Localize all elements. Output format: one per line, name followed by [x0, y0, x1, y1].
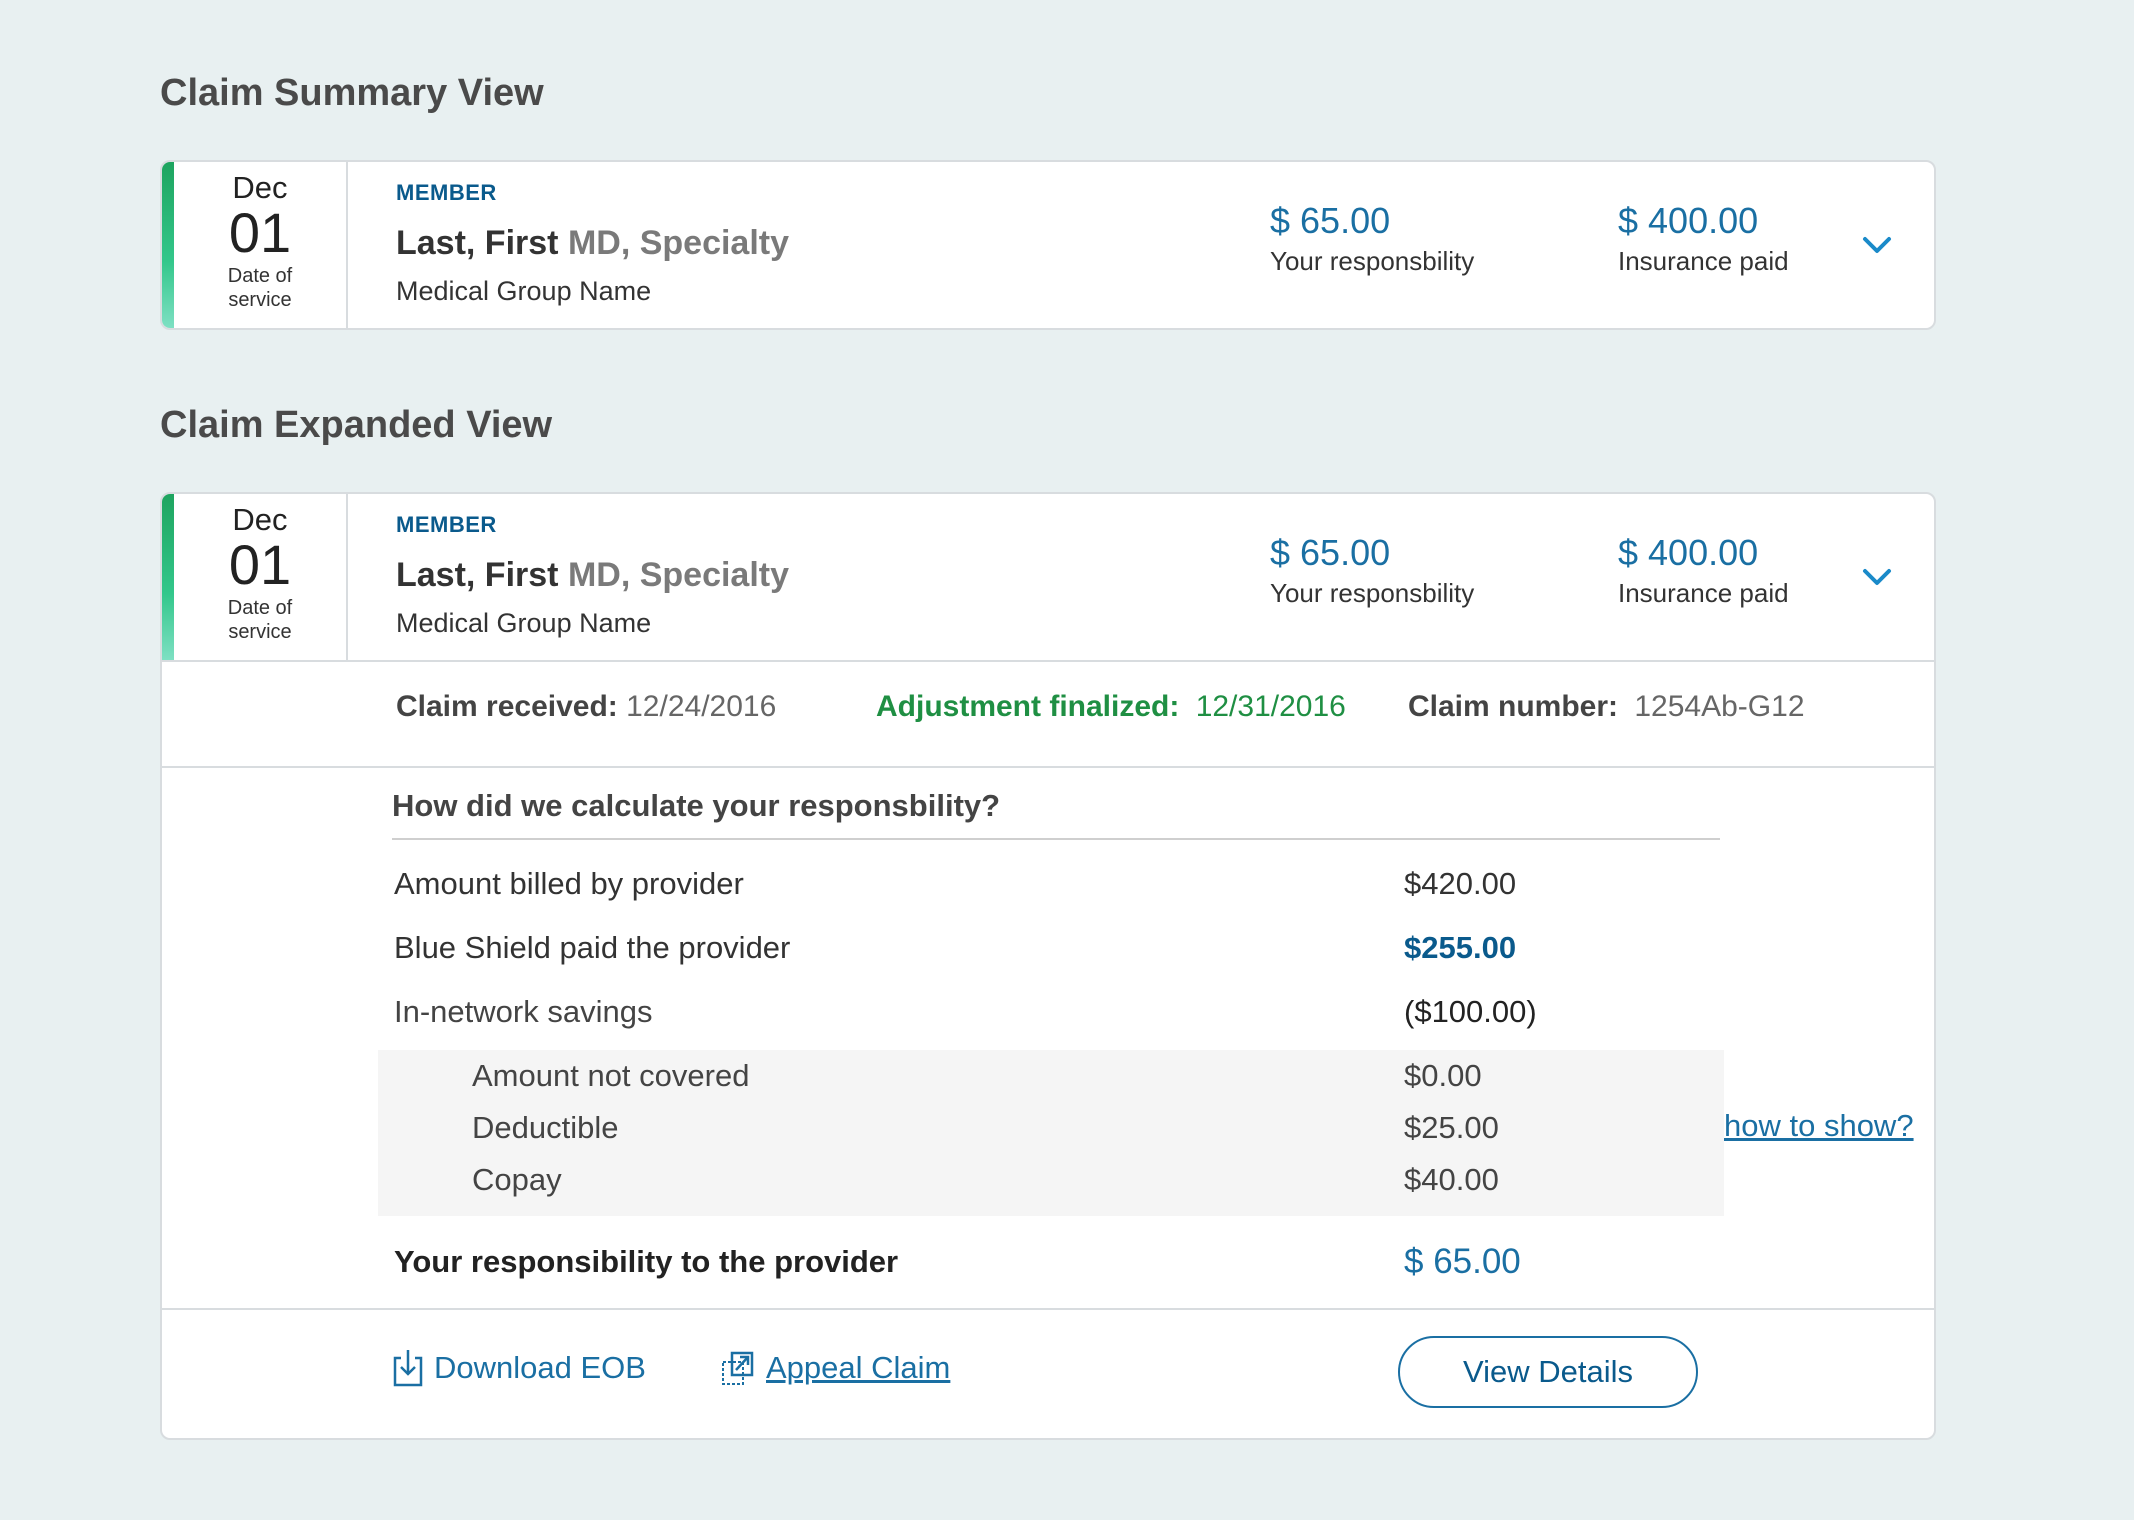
date-of-service-box: Dec 01 Date of service: [174, 162, 348, 328]
your-responsibility-amount: $ 65.00: [1270, 532, 1391, 573]
your-responsibility-label: Your responsbility: [1270, 246, 1475, 276]
total-responsibility-row: Your responsibility to the provider $ 65…: [394, 1242, 1724, 1281]
claim-header[interactable]: Dec 01 Date of service MEMBER Last, Firs…: [162, 162, 1934, 328]
appeal-claim-label: Appeal Claim: [766, 1350, 951, 1385]
provider-name: Last, First: [396, 224, 559, 262]
provider-line: Last, First MD, Specialty: [396, 556, 789, 595]
date-day: 01: [228, 201, 292, 264]
calc-row-label: In-network savings: [394, 994, 653, 1029]
download-eob-label: Download EOB: [434, 1350, 646, 1385]
claim-received: Claim received: 12/24/2016: [396, 690, 776, 724]
calculation-divider: [392, 838, 1720, 840]
expanded-section-title: Claim Expanded View: [160, 404, 553, 446]
adjustment-finalized-value: 12/31/2016: [1195, 690, 1346, 723]
provider-credentials: MD,: [567, 556, 631, 594]
calc-row-label: Blue Shield paid the provider: [394, 930, 791, 965]
summary-section-title: Claim Summary View: [160, 72, 544, 114]
sub-row-value: $25.00: [1404, 1110, 1499, 1145]
provider-line: Last, First MD, Specialty: [396, 224, 789, 263]
download-icon: [393, 1350, 423, 1387]
sub-row-amount-not-covered: Amount not covered $0.00: [472, 1058, 1722, 1094]
claim-received-value: 12/24/2016: [626, 690, 777, 723]
claim-header[interactable]: Dec 01 Date of service MEMBER Last, Firs…: [162, 494, 1934, 662]
member-label: MEMBER: [396, 180, 497, 205]
insurance-paid-amount: $ 400.00: [1618, 200, 1759, 241]
your-responsibility-block: $ 65.00 Your responsbility: [1270, 200, 1474, 277]
provider-specialty: Specialty: [639, 556, 790, 594]
date-day: 01: [228, 533, 292, 596]
calculation-title: How did we calculate your responsbility?: [392, 788, 1001, 823]
download-eob-link[interactable]: Download EOB: [392, 1348, 646, 1388]
calc-row-in-network-savings: In-network savings ($100.00): [394, 994, 1724, 1030]
insurance-paid-label: Insurance paid: [1618, 246, 1789, 276]
calc-row-label: Amount billed by provider: [394, 866, 744, 901]
sub-row-copay: Copay $40.00: [472, 1162, 1722, 1198]
insurance-paid-block: $ 400.00 Insurance paid: [1618, 532, 1789, 609]
your-responsibility-block: $ 65.00 Your responsbility: [1270, 532, 1474, 609]
insurance-paid-label: Insurance paid: [1618, 578, 1789, 608]
calc-row-value: $255.00: [1404, 930, 1517, 965]
claim-number-value: 1254Ab-G12: [1634, 690, 1805, 723]
sub-row-value: $40.00: [1404, 1162, 1499, 1197]
medical-group-name: Medical Group Name: [396, 608, 652, 638]
date-of-service-box: Dec 01 Date of service: [174, 494, 348, 660]
chevron-down-icon[interactable]: [1860, 560, 1894, 594]
claim-expanded-card[interactable]: Dec 01 Date of service MEMBER Last, Firs…: [160, 492, 1936, 1440]
status-accent-bar: [162, 494, 174, 660]
total-responsibility-value: $ 65.00: [1404, 1242, 1521, 1281]
total-responsibility-label: Your responsibility to the provider: [394, 1244, 899, 1279]
medical-group-name: Medical Group Name: [396, 276, 652, 306]
sub-row-value: $0.00: [1404, 1058, 1482, 1093]
claim-actions: Download EOB Appeal Claim View Details: [162, 1310, 1934, 1438]
sub-row-label: Deductible: [472, 1110, 619, 1145]
claim-number-label: Claim number:: [1408, 690, 1619, 723]
claim-number: Claim number: 1254Ab-G12: [1408, 690, 1805, 724]
sub-row-label: Amount not covered: [472, 1058, 750, 1093]
calc-row-amount-billed: Amount billed by provider $420.00: [394, 866, 1724, 902]
insurance-paid-amount: $ 400.00: [1618, 532, 1759, 573]
claim-summary-card[interactable]: Dec 01 Date of service MEMBER Last, Firs…: [160, 160, 1936, 330]
how-to-show-link[interactable]: how to show?: [1724, 1108, 1914, 1144]
provider-name: Last, First: [396, 556, 559, 594]
external-link-icon: [722, 1351, 754, 1385]
responsibility-calculation: How did we calculate your responsbility?…: [162, 768, 1934, 1308]
chevron-down-icon[interactable]: [1860, 228, 1894, 262]
view-details-button[interactable]: View Details: [1398, 1336, 1698, 1408]
calc-row-value: ($100.00): [1404, 994, 1537, 1029]
provider-specialty: Specialty: [639, 224, 790, 262]
claim-received-label: Claim received:: [396, 690, 618, 723]
sub-row-label: Copay: [472, 1162, 562, 1197]
insurance-paid-block: $ 400.00 Insurance paid: [1618, 200, 1789, 277]
provider-credentials: MD,: [567, 224, 631, 262]
adjustment-finalized: Adjustment finalized: 12/31/2016: [876, 690, 1346, 724]
adjustment-finalized-label: Adjustment finalized:: [876, 690, 1180, 723]
date-caption: Date of service: [227, 265, 293, 311]
your-responsibility-label: Your responsbility: [1270, 578, 1475, 608]
sub-row-deductible: Deductible $25.00: [472, 1110, 1722, 1146]
date-caption: Date of service: [227, 597, 293, 643]
calc-row-value: $420.00: [1404, 866, 1517, 901]
claim-meta-row: Claim received: 12/24/2016 Adjustment fi…: [162, 662, 1934, 766]
member-label: MEMBER: [396, 512, 497, 537]
appeal-claim-link[interactable]: Appeal Claim: [720, 1348, 950, 1388]
calc-row-blue-shield-paid: Blue Shield paid the provider $255.00: [394, 930, 1724, 966]
status-accent-bar: [162, 162, 174, 328]
your-responsibility-amount: $ 65.00: [1270, 200, 1391, 241]
